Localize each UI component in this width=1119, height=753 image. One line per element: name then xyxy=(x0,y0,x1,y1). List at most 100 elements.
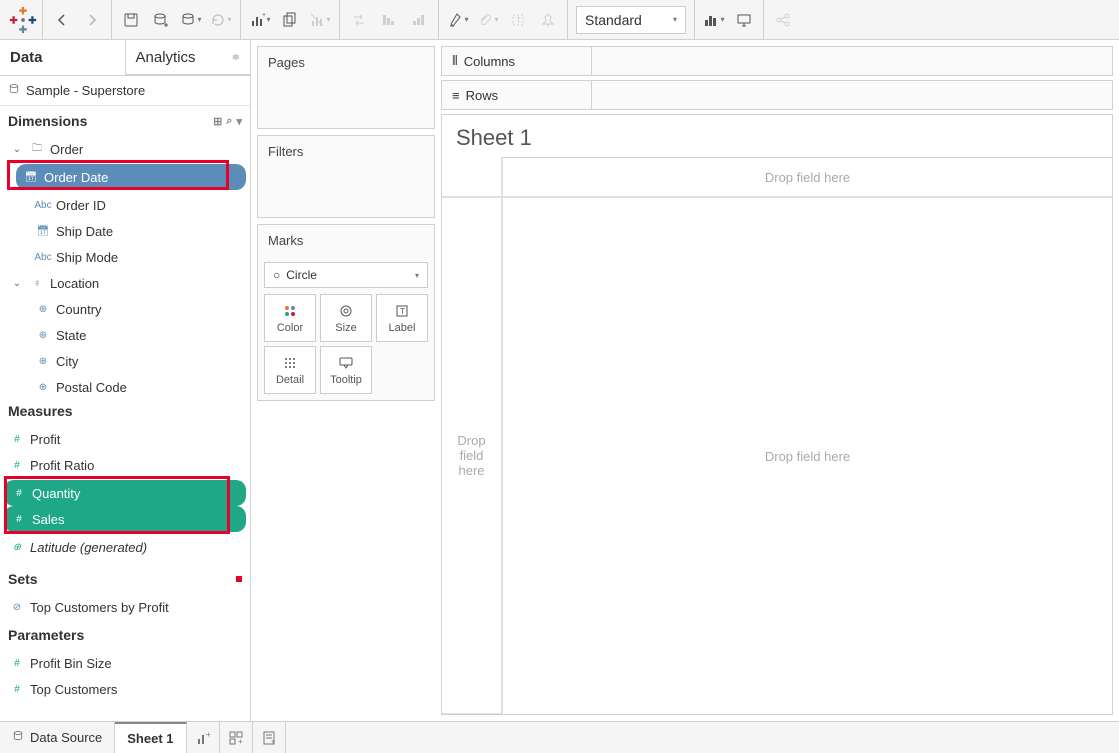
datasource-tab-icon xyxy=(12,730,24,745)
pin-button[interactable] xyxy=(533,5,563,35)
new-datasource-button[interactable] xyxy=(146,5,176,35)
forward-button[interactable] xyxy=(77,5,107,35)
menu-icon[interactable]: ▾ xyxy=(236,115,242,128)
set-icon: ⊘ xyxy=(10,602,24,613)
field-label: Latitude (generated) xyxy=(30,540,147,555)
drop-columns-zone[interactable]: Drop field here xyxy=(502,157,1112,197)
canvas-area: ⦀ Columns ≡ Rows Sheet 1 Drop field here… xyxy=(441,40,1119,721)
sort-asc-button[interactable] xyxy=(374,5,404,35)
tableau-logo-icon[interactable] xyxy=(8,5,38,35)
globe-icon: ⊕ xyxy=(36,304,50,315)
show-me-button[interactable]: ▾ xyxy=(699,5,729,35)
datasource-label: Sample - Superstore xyxy=(26,83,145,98)
svg-text:+: + xyxy=(206,730,211,739)
mark-tooltip-label: Tooltip xyxy=(330,374,362,386)
columns-shelf[interactable]: ⦀ Columns xyxy=(441,46,1113,76)
field-profit-bin-param[interactable]: # Profit Bin Size xyxy=(0,650,250,676)
mark-type-select[interactable]: ○ Circle ▾ xyxy=(264,262,428,288)
view-toggle-icon[interactable]: ⊞ xyxy=(213,115,222,128)
field-label: Order Date xyxy=(44,170,108,185)
mark-size[interactable]: Size xyxy=(320,294,372,342)
duplicate-sheet-button[interactable] xyxy=(275,5,305,35)
filters-shelf[interactable]: Filters xyxy=(257,135,435,218)
rows-shelf[interactable]: ≡ Rows xyxy=(441,80,1113,110)
field-quantity[interactable]: # Quantity xyxy=(4,480,246,506)
field-ship-mode[interactable]: Abc Ship Mode xyxy=(0,244,250,270)
mark-label-label: Label xyxy=(389,322,416,334)
mark-color[interactable]: Color xyxy=(264,294,316,342)
datasource-item[interactable]: Sample - Superstore xyxy=(0,76,250,106)
attach-button[interactable]: ▾ xyxy=(473,5,503,35)
share-button[interactable] xyxy=(768,5,798,35)
measures-list: # Profit # Profit Ratio # Quantity # Sal… xyxy=(0,426,250,564)
field-city[interactable]: ⊕ City xyxy=(0,348,250,374)
datasource-tab[interactable]: Data Source xyxy=(0,722,115,753)
folder-order[interactable]: ⌄ 🗀 Order xyxy=(0,136,250,162)
globe-icon: ⊕ xyxy=(36,330,50,341)
new-story-tab[interactable]: + xyxy=(253,722,286,753)
new-dashboard-tab[interactable]: + xyxy=(220,722,253,753)
folder-icon: 🗀 xyxy=(30,141,44,158)
refresh-button[interactable]: ▾ xyxy=(206,5,236,35)
bottom-tabs: Data Source Sheet 1 + + + xyxy=(0,721,1119,753)
labels-button[interactable]: T xyxy=(503,5,533,35)
field-state[interactable]: ⊕ State xyxy=(0,322,250,348)
sheet-title[interactable]: Sheet 1 xyxy=(442,115,1112,157)
presentation-button[interactable] xyxy=(729,5,759,35)
parameters-header: Parameters xyxy=(0,620,250,650)
sets-label: Sets xyxy=(8,571,38,587)
new-worksheet-tab[interactable]: + xyxy=(187,722,220,753)
field-latitude[interactable]: ⊕ Latitude (generated) xyxy=(0,534,250,560)
drop-body-zone[interactable]: Drop field here xyxy=(502,197,1112,714)
globe-icon: ⊕ xyxy=(36,382,50,393)
highlight-button[interactable]: ▾ xyxy=(443,5,473,35)
field-label: Sales xyxy=(32,512,65,527)
globe-icon: ⊕ xyxy=(36,356,50,367)
field-label: Location xyxy=(50,276,99,291)
field-ship-date[interactable]: 📅︎ Ship Date xyxy=(0,218,250,244)
field-sales[interactable]: # Sales xyxy=(4,506,246,532)
pages-shelf[interactable]: Pages xyxy=(257,46,435,129)
drop-rows-zone[interactable]: Drop field here xyxy=(442,197,502,714)
sets-header: Sets xyxy=(0,564,250,594)
data-pane: Data Analytics ≑ Sample - Superstore Dim… xyxy=(0,40,251,721)
marks-label: Marks xyxy=(258,225,434,256)
field-order-id[interactable]: Abc Order ID xyxy=(0,192,250,218)
folder-location[interactable]: ⌄ ♁ Location xyxy=(0,270,250,296)
analytics-tab-indicator: ≑ xyxy=(232,52,240,63)
mark-detail[interactable]: Detail xyxy=(264,346,316,394)
pages-label: Pages xyxy=(258,47,434,78)
swap-button[interactable] xyxy=(344,5,374,35)
field-order-date[interactable]: 📅︎ Order Date xyxy=(16,164,246,190)
datasource-tab-label: Data Source xyxy=(30,730,102,745)
back-button[interactable] xyxy=(47,5,77,35)
sheet1-tab[interactable]: Sheet 1 xyxy=(115,722,186,753)
svg-text:+: + xyxy=(262,12,265,19)
clear-sheet-button[interactable]: ▾ xyxy=(305,5,335,35)
text-icon: Abc xyxy=(36,200,50,211)
analytics-tab-label: Analytics xyxy=(136,49,196,66)
field-country[interactable]: ⊕ Country xyxy=(0,296,250,322)
data-tab[interactable]: Data xyxy=(0,40,125,75)
new-worksheet-button[interactable]: +▾ xyxy=(245,5,275,35)
circle-icon: ○ xyxy=(273,268,280,282)
field-top-customers-param[interactable]: # Top Customers xyxy=(0,676,250,702)
number-icon: # xyxy=(10,434,24,445)
rows-label: Rows xyxy=(466,88,499,103)
save-button[interactable] xyxy=(116,5,146,35)
field-top-customers-set[interactable]: ⊘ Top Customers by Profit xyxy=(0,594,250,620)
field-profit[interactable]: # Profit xyxy=(0,426,250,452)
mark-tooltip[interactable]: Tooltip xyxy=(320,346,372,394)
mark-type-label: Circle xyxy=(286,268,317,282)
fit-select[interactable]: Standard ▾ xyxy=(576,6,686,34)
shelf-cards: Pages Filters Marks ○ Circle ▾ xyxy=(251,40,441,721)
search-icon[interactable]: ⌕ xyxy=(226,115,232,128)
field-profit-ratio[interactable]: # Profit Ratio xyxy=(0,452,250,478)
autosave-button[interactable]: ▾ xyxy=(176,5,206,35)
drop-row-label: Drop field here xyxy=(442,433,501,478)
field-postal-code[interactable]: ⊕ Postal Code xyxy=(0,374,250,396)
field-label: Profit Bin Size xyxy=(30,656,112,671)
sort-desc-button[interactable] xyxy=(404,5,434,35)
analytics-tab[interactable]: Analytics ≑ xyxy=(125,40,251,75)
mark-label[interactable]: T Label xyxy=(376,294,428,342)
